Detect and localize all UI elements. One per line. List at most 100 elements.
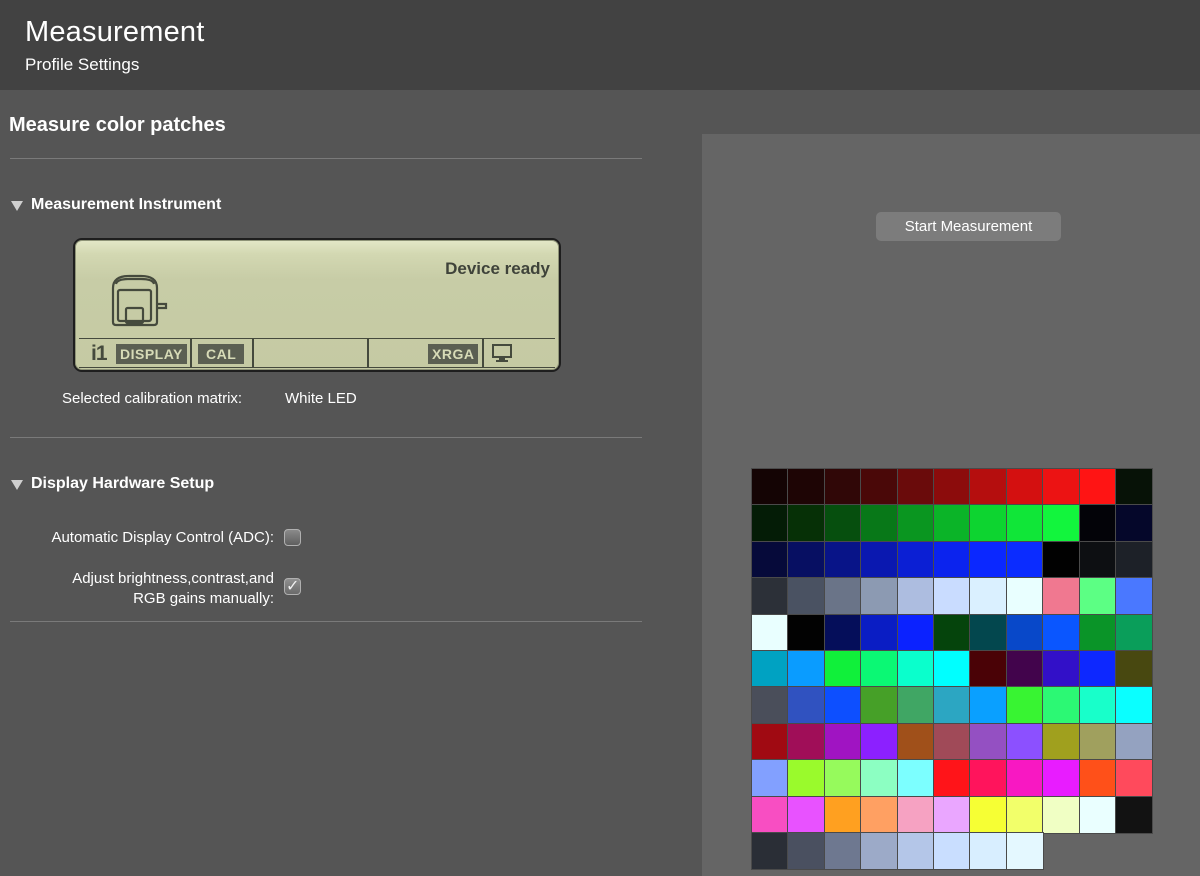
color-patch: [751, 504, 789, 543]
color-patch: [860, 650, 899, 688]
adc-checkbox[interactable]: [284, 529, 301, 546]
color-patch: [896, 577, 935, 616]
color-patch: [1042, 468, 1081, 506]
color-patch: [787, 650, 826, 688]
color-patch: [1078, 795, 1117, 834]
color-patch: [823, 504, 862, 543]
color-patch: [933, 686, 971, 725]
color-patch: [896, 650, 935, 688]
color-patch: [787, 795, 826, 834]
disclosure-triangle-icon[interactable]: [11, 200, 23, 211]
color-patch: [823, 686, 862, 725]
color-patch: [860, 832, 899, 870]
manual-adjust-label-line1: Adjust brightness,contrast,and: [72, 570, 274, 587]
color-patch: [1005, 759, 1044, 798]
color-patch: [933, 795, 971, 834]
color-patch: [1115, 759, 1153, 798]
color-patch: [823, 540, 862, 579]
color-patch: [969, 577, 1008, 616]
section-title: Measure color patches: [9, 114, 226, 136]
color-patch: [823, 468, 862, 506]
color-patch: [1078, 686, 1117, 725]
color-patch: [751, 722, 789, 761]
color-patch: [823, 795, 862, 834]
color-patch: [896, 832, 935, 870]
color-patch: [933, 722, 971, 761]
color-patch: [1042, 540, 1081, 579]
color-patch: [860, 504, 899, 543]
color-patch: [860, 759, 899, 798]
color-patch: [1042, 686, 1081, 725]
lcd-separator: [190, 339, 192, 367]
color-patch: [1005, 722, 1044, 761]
color-patch: [1115, 686, 1153, 725]
color-patch: [860, 540, 899, 579]
color-patch: [787, 832, 826, 870]
color-patch: [969, 832, 1008, 870]
measurement-panel: Start Measurement: [702, 134, 1200, 876]
color-patch: [933, 832, 971, 870]
color-patch: [1115, 468, 1153, 506]
manual-adjust-label: Adjust brightness,contrast,and RGB gains…: [72, 569, 274, 609]
color-patch: [1005, 577, 1044, 616]
color-patch: [1042, 795, 1081, 834]
color-patch: [933, 540, 971, 579]
app-subtitle: Profile Settings: [25, 55, 140, 74]
app-title: Measurement: [25, 16, 205, 48]
color-patch: [933, 759, 971, 798]
color-patch: [751, 577, 789, 616]
divider: [10, 158, 642, 159]
color-patch: [896, 722, 935, 761]
color-patch: [860, 468, 899, 506]
color-patch: [933, 613, 971, 652]
calibration-matrix-value: White LED: [285, 390, 357, 407]
manual-adjust-checkbox[interactable]: ✓: [284, 578, 301, 595]
color-patch: [1115, 722, 1153, 761]
color-patch: [1078, 759, 1117, 798]
color-patch: [933, 577, 971, 616]
color-patch: [787, 722, 826, 761]
color-patch: [860, 577, 899, 616]
monitor-icon: [492, 344, 512, 362]
disclosure-triangle-icon[interactable]: [11, 479, 23, 490]
color-patch: [1115, 577, 1153, 616]
color-patch: [896, 795, 935, 834]
lcd-status-bar: i1 DISPLAY CAL XRGA: [79, 338, 555, 368]
color-patch: [1078, 613, 1117, 652]
color-patch: [933, 468, 971, 506]
color-patch: [751, 832, 789, 870]
color-patch: [1115, 795, 1153, 834]
color-patch: [896, 613, 935, 652]
color-patch: [860, 795, 899, 834]
color-patch: [1078, 577, 1117, 616]
hardware-group-label: Display Hardware Setup: [31, 475, 215, 492]
hardware-group-toggle[interactable]: Display Hardware Setup: [11, 475, 214, 493]
manual-adjust-label-line2: RGB gains manually:: [133, 590, 274, 607]
cal-badge: CAL: [198, 344, 245, 364]
color-patch: [1115, 504, 1153, 543]
color-patch: [896, 686, 935, 725]
color-patch: [860, 613, 899, 652]
color-patch: [1078, 540, 1117, 579]
color-patch: [1115, 540, 1153, 579]
instrument-group-toggle[interactable]: Measurement Instrument: [11, 196, 221, 214]
color-patch: [969, 540, 1008, 579]
divider: [10, 621, 642, 622]
color-patch: [1005, 613, 1044, 652]
app-header: Measurement Profile Settings: [0, 0, 1200, 90]
color-patch: [969, 759, 1008, 798]
lcd-separator: [252, 339, 254, 367]
start-measurement-button[interactable]: Start Measurement: [876, 212, 1061, 241]
color-patch: [823, 759, 862, 798]
calibration-matrix-label: Selected calibration matrix:: [62, 390, 243, 407]
color-patch: [1005, 468, 1044, 506]
color-patch: [787, 577, 826, 616]
color-patch: [1005, 504, 1044, 543]
color-patch: [933, 650, 971, 688]
color-patch: [787, 759, 826, 798]
color-patch: [1005, 650, 1044, 688]
color-patch: [787, 613, 826, 652]
color-patch: [823, 577, 862, 616]
checkmark-icon: ✓: [286, 578, 300, 595]
color-patch: [860, 722, 899, 761]
